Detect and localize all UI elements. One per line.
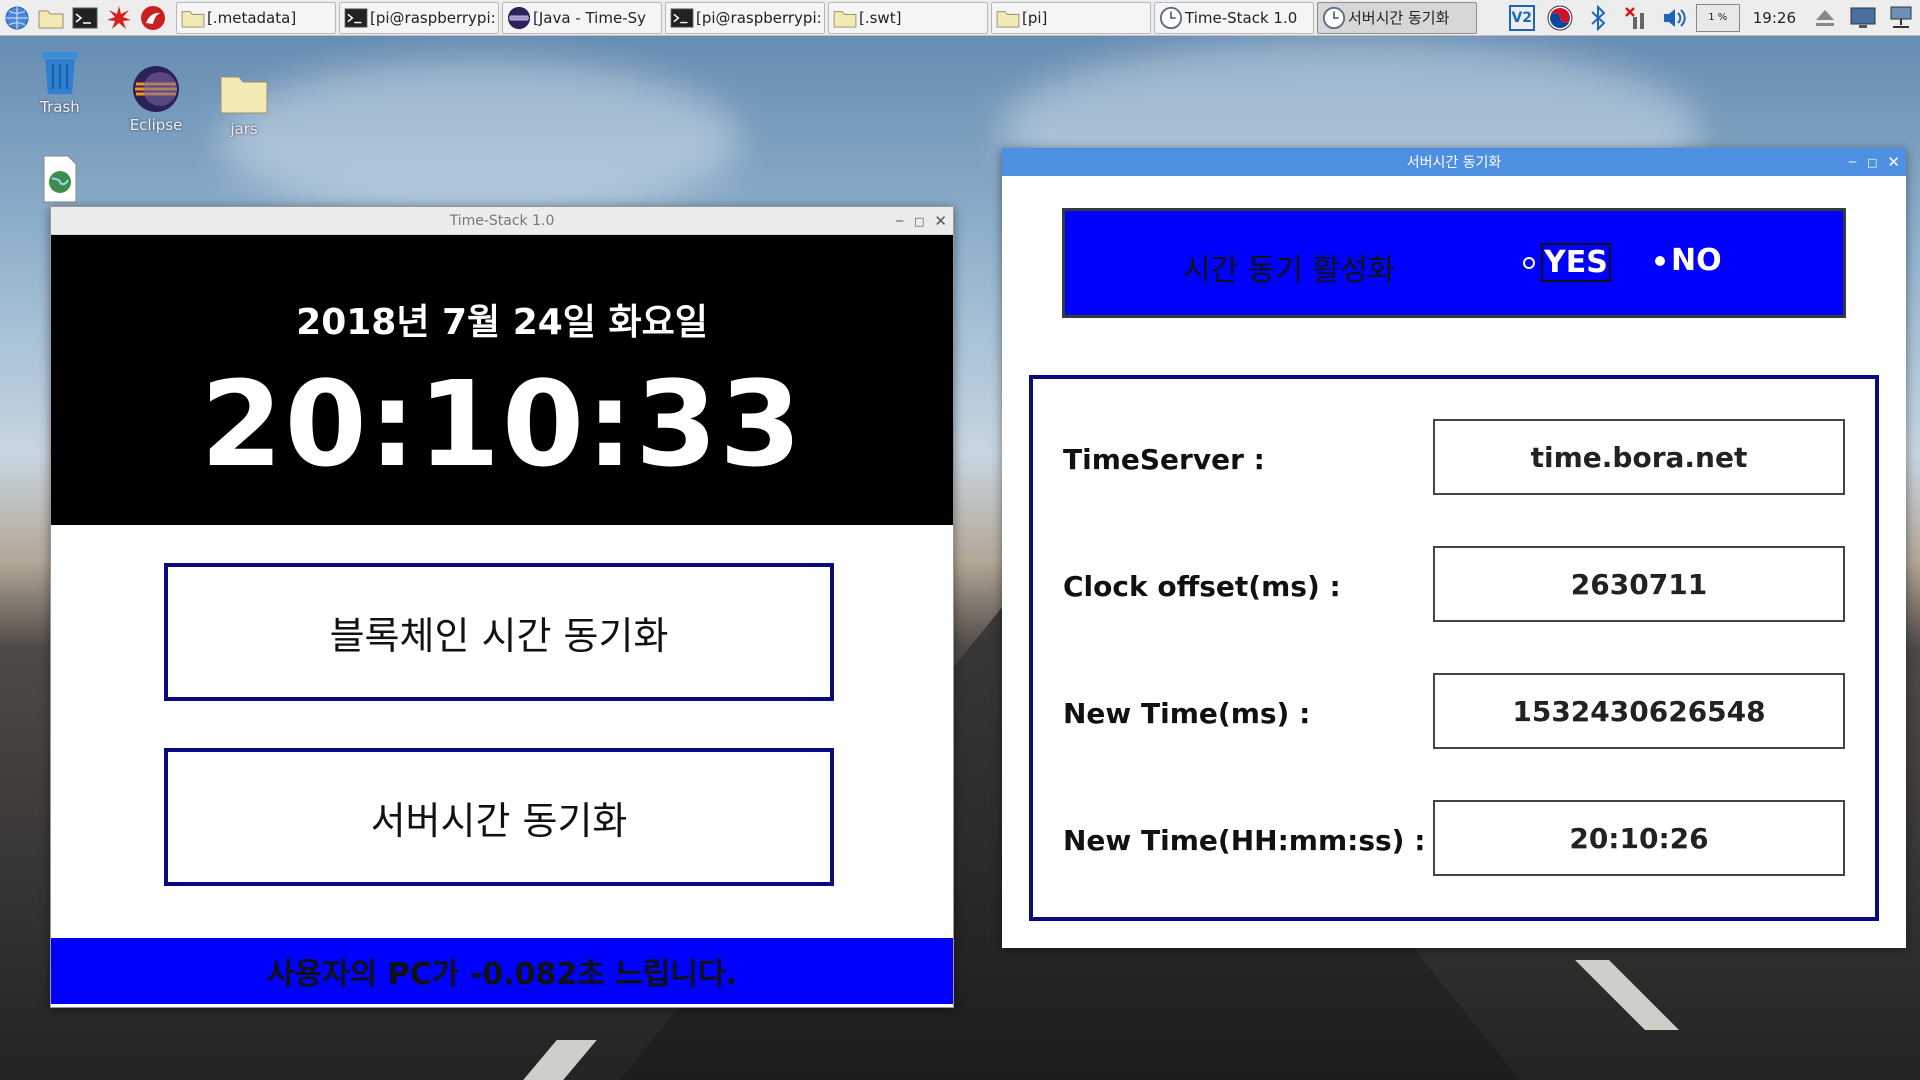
taskbar-task-label: [pi@raspberrypi: [696, 8, 822, 27]
radio-yes[interactable]: YES [1523, 243, 1611, 282]
desktop-icon-jars[interactable]: jars [204, 66, 284, 138]
taskbar: [.metadata] [pi@raspberrypi: [Java - Time-… [0, 0, 1920, 36]
clock-offset-label: Clock offset(ms) : [1063, 570, 1341, 603]
radio-dot [1523, 256, 1535, 269]
radio-yes-label: YES [1541, 243, 1611, 282]
new-time-hms-field[interactable]: 20:10:26 [1433, 800, 1845, 876]
monitor-icon[interactable] [1846, 3, 1880, 33]
trash-icon [20, 44, 100, 98]
folder-icon [994, 4, 1022, 32]
web-file-icon [20, 152, 100, 206]
taskbar-task[interactable]: [pi] [991, 1, 1151, 34]
taskbar-task[interactable]: Time-Stack 1.0 [1154, 1, 1314, 34]
terminal-icon [342, 4, 370, 32]
time-stack-window: Time-Stack 1.0 ‒ □ ✕ 2018년 7월 24일 화요일 20… [50, 206, 954, 1008]
taskbar-task-label: 서버시간 동기화 [1348, 9, 1450, 27]
taskbar-task-label: [.metadata] [207, 8, 297, 27]
status-bar: 사용자의 PC가 -0.082초 느립니다. [51, 938, 953, 1004]
taskbar-task[interactable]: [.swt] [828, 1, 988, 34]
close-icon[interactable]: ✕ [1887, 153, 1900, 171]
maximize-icon[interactable]: □ [914, 215, 924, 228]
vnc-icon[interactable]: V2 [1505, 3, 1539, 33]
cloud-decoration [220, 60, 740, 220]
taskbar-clock[interactable]: 19:26 [1743, 9, 1806, 27]
clock-time: 20:10:33 [200, 355, 804, 493]
korean-input-icon[interactable] [1543, 3, 1577, 33]
taskbar-task-label: [.swt] [859, 8, 902, 27]
taskbar-task-label: [Java - Time-Sy [533, 8, 647, 27]
clock-date: 2018년 7월 24일 화요일 [296, 302, 708, 343]
cpu-usage-label: 1 % [1695, 3, 1740, 32]
road-marking [1575, 960, 1679, 1030]
eclipse-icon [116, 62, 196, 116]
terminal-icon [668, 4, 696, 32]
taskbar-task[interactable]: [pi@raspberrypi: [339, 1, 499, 34]
app-icon [1320, 4, 1348, 32]
maximize-icon[interactable]: □ [1867, 156, 1877, 169]
radio-no[interactable]: NO [1655, 243, 1722, 278]
system-tray: V2 1 % 19:26 [1503, 0, 1920, 36]
desktop-icon-trash[interactable]: Trash [20, 44, 100, 116]
timeserver-label: TimeServer : [1063, 443, 1265, 476]
minimize-icon[interactable]: ‒ [1848, 154, 1857, 170]
new-time-ms-label: New Time(ms) : [1063, 697, 1311, 730]
sync-info-panel: TimeServer : time.bora.net Clock offset(… [1029, 375, 1879, 921]
server-sync-window: 서버시간 동기화 ‒ □ ✕ 시간 동기 활성화 YES NO TimeServ… [1002, 148, 1906, 948]
wolfram-icon[interactable] [138, 3, 168, 33]
eject-icon[interactable] [1808, 3, 1842, 33]
desktop-icon-web-file[interactable] [20, 152, 100, 206]
folder-icon [204, 66, 284, 120]
taskbar-task[interactable]: [pi@raspberrypi: [665, 1, 825, 34]
cpu-monitor[interactable]: 1 % [1695, 3, 1741, 33]
new-time-ms-field[interactable]: 1532430626548 [1433, 673, 1845, 749]
sync-toggle-panel: 시간 동기 활성화 YES NO [1062, 208, 1846, 318]
desktop-icon-eclipse[interactable]: Eclipse [116, 62, 196, 134]
taskbar-task-label: [pi@raspberrypi: [370, 8, 496, 27]
task-list: [.metadata] [pi@raspberrypi: [Java - Time-… [176, 1, 1480, 34]
new-time-hms-label: New Time(HH:mm:ss) : [1063, 824, 1426, 857]
taskbar-task[interactable]: 서버시간 동기화 [1317, 1, 1477, 34]
star-burst-icon[interactable] [104, 3, 134, 33]
folder-icon [179, 4, 207, 32]
server-sync-button[interactable]: 서버시간 동기화 [164, 748, 834, 886]
taskbar-task[interactable]: [.metadata] [176, 1, 336, 34]
globe-icon[interactable] [2, 3, 32, 33]
folder-icon [831, 4, 859, 32]
window-title: Time-Stack 1.0 [449, 212, 555, 229]
sync-toggle-label: 시간 동기 활성화 [1183, 253, 1396, 288]
taskbar-task[interactable]: [Java - Time-Sy [502, 1, 662, 34]
bluetooth-icon[interactable] [1581, 3, 1615, 33]
desktop-icon-label: jars [230, 120, 258, 138]
minimize-icon[interactable]: ‒ [895, 213, 904, 229]
timeserver-field[interactable]: time.bora.net [1433, 419, 1845, 495]
app-icon [1157, 4, 1185, 32]
blockchain-sync-button[interactable]: 블록체인 시간 동기화 [164, 563, 834, 701]
terminal-icon[interactable] [70, 3, 100, 33]
taskbar-task-label: [pi] [1022, 8, 1048, 27]
window-titlebar[interactable]: 서버시간 동기화 ‒ □ ✕ [1002, 148, 1906, 176]
road-marking [523, 1040, 597, 1080]
network-disconnected-icon[interactable] [1619, 3, 1653, 33]
taskbar-task-label: Time-Stack 1.0 [1185, 8, 1298, 27]
radio-dot [1655, 255, 1665, 266]
desktop-icon-label: Eclipse [129, 116, 183, 134]
desktop-icon-label: Trash [40, 98, 80, 116]
window-title: 서버시간 동기화 [1406, 155, 1502, 171]
window-titlebar[interactable]: Time-Stack 1.0 ‒ □ ✕ [51, 207, 953, 235]
folder-icon[interactable] [36, 3, 66, 33]
clock-display: 2018년 7월 24일 화요일 20:10:33 [51, 235, 953, 525]
close-icon[interactable]: ✕ [934, 212, 947, 230]
volume-icon[interactable] [1657, 3, 1691, 33]
network-icon[interactable] [1884, 3, 1918, 33]
clock-offset-field[interactable]: 2630711 [1433, 546, 1845, 622]
radio-no-label: NO [1671, 243, 1722, 278]
eclipse-icon [505, 4, 533, 32]
